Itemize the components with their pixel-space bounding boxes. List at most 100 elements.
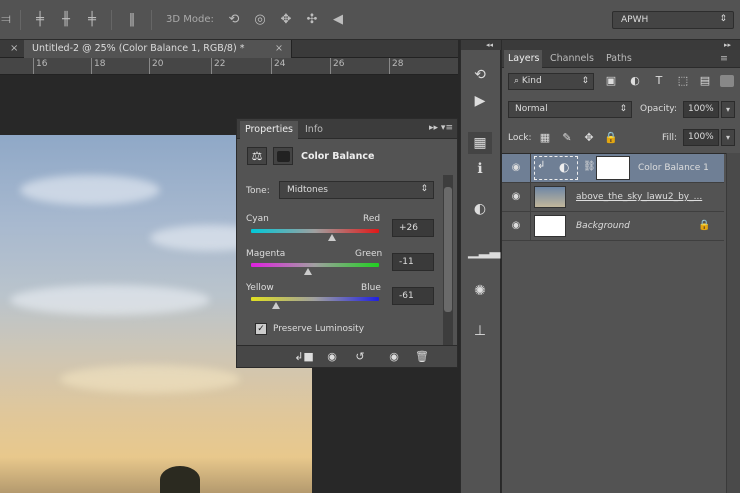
document-tab[interactable]: Untitled-2 @ 25% (Color Balance 1, RGB/8… (24, 40, 292, 58)
histogram-icon[interactable]: ▁▂▃ (468, 240, 500, 262)
tab-paths[interactable]: Paths (606, 53, 632, 64)
preserve-luminosity-checkbox[interactable]: ✓ (255, 323, 267, 335)
opacity-label: Opacity: (640, 104, 677, 114)
lock-position-icon[interactable]: ✥ (582, 131, 596, 145)
layer-thumbnail[interactable] (534, 215, 566, 237)
filter-adjustment-icon[interactable]: ◐ (628, 74, 642, 88)
cloud-shape (60, 365, 240, 393)
cyan-red-slider-track[interactable] (251, 229, 379, 233)
lock-paint-icon[interactable]: ✎ (560, 131, 574, 145)
lock-transparency-icon[interactable]: ▦ (538, 131, 552, 145)
opacity-dropdown-button[interactable]: ▾ (721, 101, 735, 118)
slider-right-label: Green (355, 249, 383, 259)
lock-icon: 🔒 (698, 220, 711, 231)
chevron-updown-icon: ⇕ (719, 14, 727, 24)
align-left-icon[interactable]: ⫤ (0, 12, 14, 28)
cyan-red-slider-thumb[interactable] (327, 234, 336, 241)
lock-label: Lock: (508, 133, 532, 143)
workspace-value: APWH (621, 15, 649, 25)
visibility-eye-icon[interactable]: ◉ (509, 191, 523, 203)
tab-channels[interactable]: Channels (550, 53, 594, 64)
tab-info[interactable]: Info (305, 124, 323, 135)
filter-toggle[interactable] (720, 75, 734, 87)
properties-header: Properties Info ▸▸ ▾≡ (237, 119, 457, 139)
horizontal-ruler: 16 18 20 22 24 26 28 (0, 58, 458, 75)
align-top-icon[interactable]: ╪ (32, 12, 48, 28)
workspace-select[interactable]: APWH ⇕ (612, 11, 734, 29)
info-icon[interactable]: ℹ (468, 158, 492, 180)
layer-row-color-balance[interactable]: ◉ ↲ ◐ ⛓ Color Balance 1 (502, 154, 724, 183)
layer-filter-kind-select[interactable]: ⌕ Kind ⇕ (508, 73, 594, 90)
yellow-blue-slider-thumb[interactable] (271, 302, 280, 309)
tab-properties[interactable]: Properties (240, 121, 298, 139)
mask-icon[interactable] (273, 147, 293, 165)
balance-scale-icon: ⚖ (247, 147, 267, 165)
visibility-eye-icon[interactable]: ◉ (509, 162, 523, 174)
cloud-shape (10, 285, 210, 315)
align-bottom-icon[interactable]: ╪ (84, 12, 100, 28)
3d-roll-icon[interactable]: ◎ (252, 12, 268, 28)
magenta-green-slider-track[interactable] (251, 263, 379, 267)
magenta-green-value-field[interactable]: -11 (392, 253, 434, 271)
clone-source-icon[interactable]: ⊥ (468, 320, 492, 342)
chevron-updown-icon: ⇕ (619, 104, 627, 114)
panel-collapse-icon[interactable]: ▸▸ (502, 40, 740, 50)
3d-pan-icon[interactable]: ✥ (278, 12, 294, 28)
collapsed-panels-strip: ◂◂ ⟲ ▶ ▦ ℹ ◐ ▁▂▃ ✺ ⊥ (460, 40, 501, 493)
visibility-eye-icon[interactable]: ◉ (383, 349, 405, 365)
filter-shape-icon[interactable]: ⬚ (676, 74, 690, 88)
filter-pixel-icon[interactable]: ▣ (604, 74, 618, 88)
filter-type-icon[interactable]: T (652, 74, 666, 88)
visibility-eye-icon[interactable]: ◉ (509, 220, 523, 232)
close-icon[interactable]: × (10, 43, 18, 54)
ruler-number: 18 (94, 59, 106, 69)
opacity-field[interactable]: 100% (683, 101, 719, 118)
tab-layers[interactable]: Layers (504, 50, 542, 68)
panel-menu-icon[interactable]: ▸▸ ▾≡ (429, 123, 453, 133)
collapse-icon[interactable]: ◂◂ (461, 40, 501, 50)
layer-thumbnail[interactable] (534, 186, 566, 208)
layer-list: ◉ ↲ ◐ ⛓ Color Balance 1 ◉ above_the_sky_… (502, 153, 740, 493)
layer-row-image[interactable]: ◉ above_the_sky_lawu2_by_... (502, 183, 724, 212)
ruler-tick (271, 58, 272, 74)
blend-mode-select[interactable]: Normal ⇕ (508, 101, 632, 118)
filter-smart-object-icon[interactable]: ▤ (698, 74, 712, 88)
history-icon[interactable]: ⟲ (468, 64, 492, 86)
tone-select[interactable]: Midtones ⇕ (279, 181, 434, 199)
actions-play-icon[interactable]: ▶ (468, 90, 492, 112)
panel-menu-icon[interactable]: ≡ (720, 53, 728, 64)
link-icon[interactable]: ⛓ (583, 161, 596, 172)
cyan-red-value-field[interactable]: +26 (392, 219, 434, 237)
align-vertical-center-icon[interactable]: ╫ (58, 12, 74, 28)
navigator-icon[interactable]: ✺ (468, 280, 492, 302)
view-previous-icon[interactable]: ◉ (321, 349, 343, 365)
3d-scale-icon[interactable]: ◀ (330, 12, 346, 28)
3d-rotate-icon[interactable]: ⟲ (226, 12, 242, 28)
fill-field[interactable]: 100% (683, 129, 719, 146)
close-icon[interactable]: × (275, 43, 283, 54)
layer-row-background[interactable]: ◉ Background 🔒 (502, 212, 724, 241)
adjustments-icon[interactable]: ◐ (468, 198, 492, 220)
separator (111, 10, 112, 30)
layer-name[interactable]: Background (576, 221, 630, 231)
layer-name[interactable]: Color Balance 1 (638, 163, 709, 173)
fill-dropdown-button[interactable]: ▾ (721, 129, 735, 146)
adjustment-icon: ◐ (559, 160, 570, 174)
yellow-blue-slider-track[interactable] (251, 297, 379, 301)
3d-slide-icon[interactable]: ✣ (304, 12, 320, 28)
reset-icon[interactable]: ↺ (349, 349, 371, 365)
slider-left-label: Yellow (246, 283, 274, 293)
properties-scrollbar[interactable] (443, 175, 453, 345)
scrollbar-thumb[interactable] (444, 187, 452, 312)
lock-all-icon[interactable]: 🔒 (604, 131, 618, 145)
adjustment-thumbnail[interactable]: ↲ ◐ (534, 156, 578, 180)
trash-icon[interactable]: 🗑 (411, 349, 433, 365)
magenta-green-slider-thumb[interactable] (303, 268, 312, 275)
yellow-blue-value-field[interactable]: -61 (392, 287, 434, 305)
layer-name[interactable]: above_the_sky_lawu2_by_... (576, 192, 702, 202)
layers-scrollbar[interactable] (726, 153, 740, 493)
distribute-icon[interactable]: ‖ (124, 12, 140, 28)
clip-to-layer-icon[interactable]: ↲■ (293, 349, 315, 365)
layer-mask-thumbnail[interactable] (596, 156, 630, 180)
properties-icon[interactable]: ▦ (468, 132, 492, 154)
